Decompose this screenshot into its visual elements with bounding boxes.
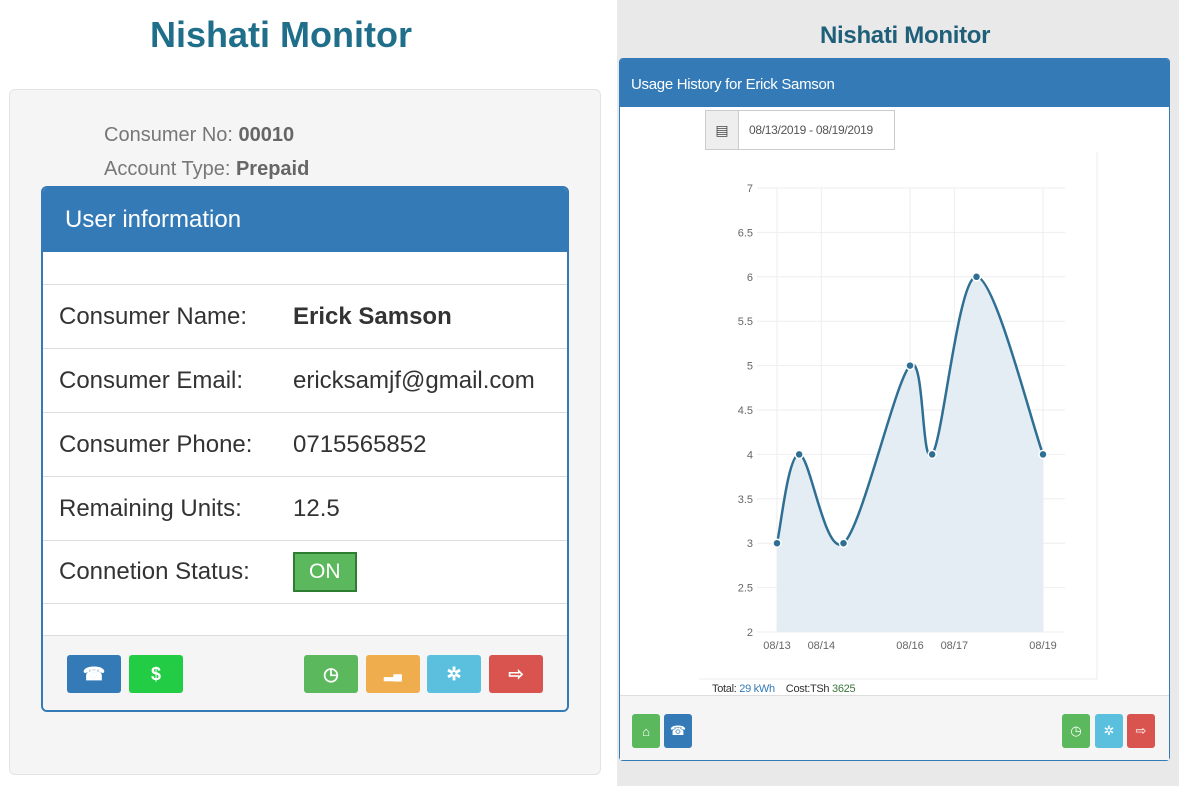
contact-button[interactable]: ☎ <box>67 655 121 693</box>
home-button[interactable]: ⌂ <box>632 714 660 748</box>
table-row: Consumer Email: ericksamjf@gmail.com <box>43 348 567 412</box>
total-value: 29 kWh <box>739 683 775 695</box>
app-title: Nishati Monitor <box>150 14 412 55</box>
x-tick-label: 08/13 <box>763 640 791 652</box>
y-tick-label: 3 <box>747 538 753 550</box>
dollar-icon: $ <box>150 663 161 684</box>
home-icon: ⌂ <box>642 723 650 739</box>
data-point <box>905 360 915 371</box>
gear-icon: ✲ <box>1103 723 1115 738</box>
consumer-name-value: Erick Samson <box>293 302 452 330</box>
data-point <box>971 272 982 282</box>
y-tick-label: 5.5 <box>738 316 753 328</box>
usage-history-panel-title: Usage History for Erick Samson <box>620 59 1169 107</box>
clock-icon: ◷ <box>323 663 339 684</box>
row-label: Consumer Email: <box>59 366 244 394</box>
remaining-units-value: 12.5 <box>293 494 340 522</box>
table-row: Consumer Phone: 0715565852 <box>43 412 567 476</box>
total-label: Total: <box>712 683 737 695</box>
consumer-number: Consumer No: 00010 <box>104 124 294 147</box>
calendar-icon[interactable]: ▤ <box>706 111 739 149</box>
row-label: Consumer Phone: <box>59 430 253 458</box>
history-button[interactable]: ◷ <box>304 655 358 693</box>
y-tick-label: 6 <box>747 272 753 284</box>
data-point <box>772 538 782 548</box>
x-tick-label: 08/17 <box>941 640 969 652</box>
account-type-label: Account Type: <box>104 158 231 180</box>
data-point <box>1038 449 1048 460</box>
logout-button[interactable]: ⇨ <box>489 655 543 693</box>
user-info-table: Consumer Name: Erick Samson Consumer Ema… <box>43 284 567 604</box>
x-tick-label: 08/14 <box>808 640 836 652</box>
phone-icon: ☎ <box>669 723 687 738</box>
row-label: Consumer Name: <box>59 302 248 330</box>
history-button[interactable]: ◷ <box>1062 714 1090 748</box>
contact-button[interactable]: ☎ <box>664 714 692 748</box>
row-label: Remaining Units: <box>59 494 242 522</box>
phone-icon: ☎ <box>82 663 106 684</box>
signal-icon: ▂▄ <box>384 667 402 681</box>
y-tick-label: 6.5 <box>738 227 753 239</box>
logout-icon: ⇨ <box>508 663 524 684</box>
gear-icon: ✲ <box>446 663 462 684</box>
y-tick-label: 2.5 <box>738 583 753 595</box>
cost-label: Cost:TSh <box>785 683 830 695</box>
date-range-value[interactable]: 08/13/2019 - 08/19/2019 <box>739 111 873 149</box>
table-row: Connetion Status: ON <box>43 540 567 604</box>
user-info-panel: User information Consumer Name: Erick Sa… <box>41 186 569 712</box>
consumer-number-label: Consumer No: <box>104 124 233 146</box>
date-range-picker[interactable]: ▤ 08/13/2019 - 08/19/2019 <box>705 110 895 150</box>
app-title: Nishati Monitor <box>820 22 991 49</box>
y-tick-label: 7 <box>747 183 753 195</box>
cost-value: 3625 <box>832 683 856 695</box>
y-tick-label: 2 <box>747 627 753 639</box>
data-point <box>794 449 804 460</box>
settings-button[interactable]: ✲ <box>427 655 481 693</box>
user-info-panel-title: User information <box>43 188 567 252</box>
table-row: Remaining Units: 12.5 <box>43 476 567 540</box>
table-row: Consumer Name: Erick Samson <box>43 284 567 348</box>
connection-status-toggle[interactable]: ON <box>293 552 357 592</box>
y-tick-label: 5 <box>747 361 753 373</box>
usage-totals: Total: 29 kWh Cost:TSh 3625 <box>712 683 856 695</box>
data-point <box>927 449 937 460</box>
usage-chart-button[interactable]: ▂▄ <box>366 655 420 693</box>
usage-chart: 2 2.5 3 3.5 4 4.5 5 5.5 6 6.5 7 08/13 08/14 08/16 08/1… <box>619 152 1099 680</box>
x-tick-label: 08/16 <box>896 640 924 652</box>
account-type: Account Type: Prepaid <box>104 158 309 181</box>
logout-button[interactable]: ⇨ <box>1127 714 1155 748</box>
y-tick-label: 4.5 <box>738 405 753 417</box>
logout-icon: ⇨ <box>1135 723 1147 738</box>
settings-button[interactable]: ✲ <box>1095 714 1123 748</box>
data-point <box>838 538 849 548</box>
y-tick-label: 3.5 <box>738 494 753 506</box>
clock-icon: ◷ <box>1070 723 1082 738</box>
row-label: Connetion Status: <box>59 558 250 585</box>
x-tick-label: 08/19 <box>1029 640 1057 652</box>
payment-button[interactable]: $ <box>129 655 183 693</box>
consumer-phone-value: 0715565852 <box>293 430 427 458</box>
y-tick-label: 4 <box>747 449 753 461</box>
consumer-number-value: 00010 <box>238 124 295 146</box>
usage-chart-svg: 2 2.5 3 3.5 4 4.5 5 5.5 6 6.5 7 08/13 08/14 08/16 08/1… <box>699 152 1098 680</box>
consumer-email-value: ericksamjf@gmail.com <box>293 366 535 394</box>
account-type-value: Prepaid <box>235 158 310 180</box>
